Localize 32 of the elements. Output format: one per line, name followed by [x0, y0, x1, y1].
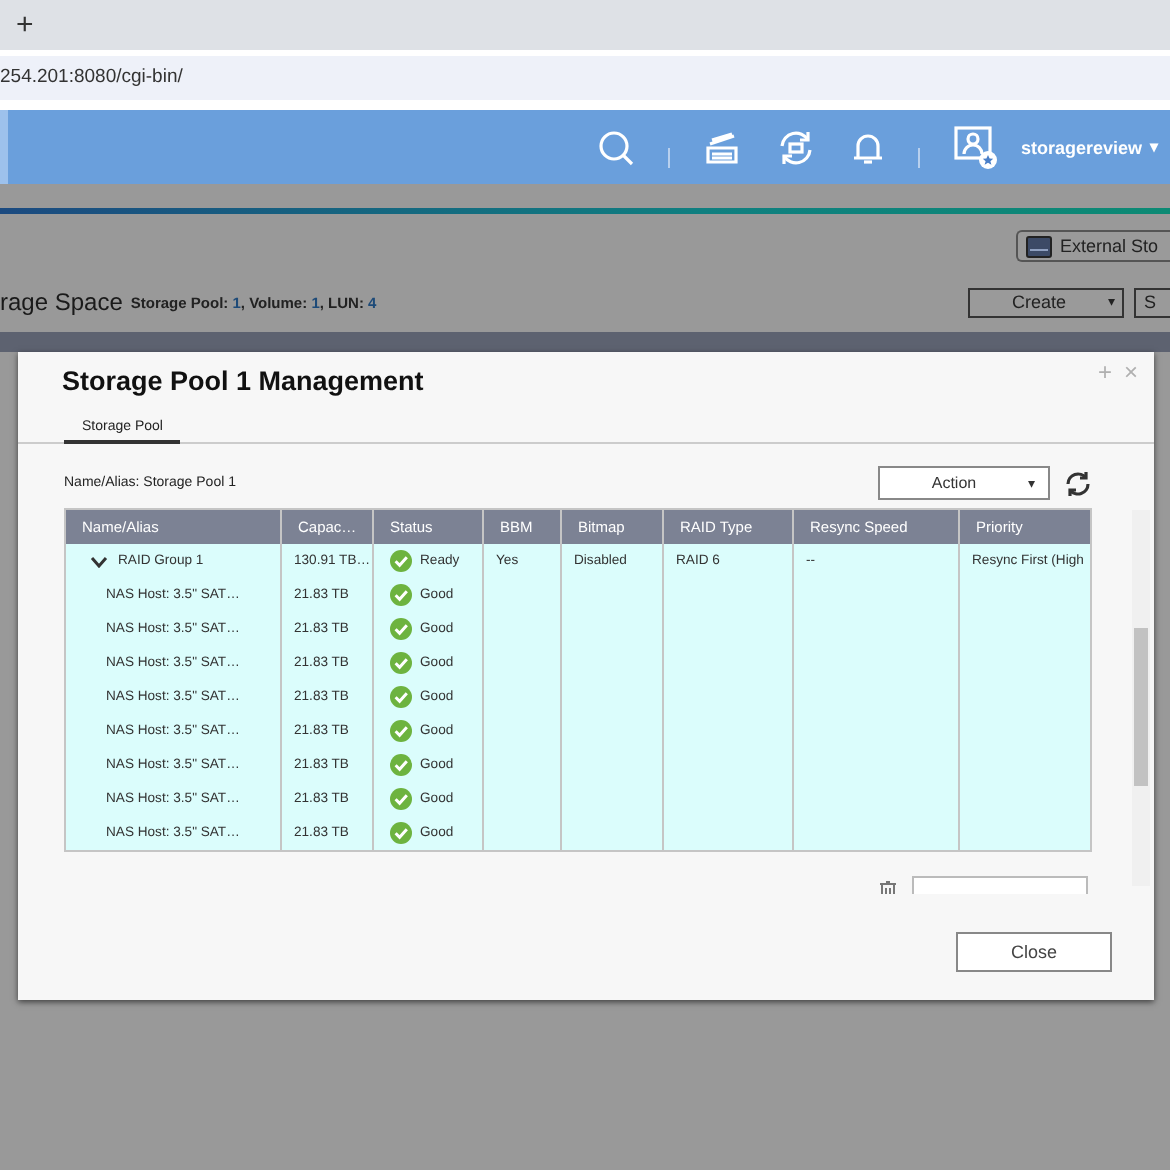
check-icon [390, 720, 412, 742]
check-icon [390, 822, 412, 844]
sync-icon[interactable] [776, 127, 817, 167]
window-control[interactable]: × [1119, 358, 1142, 386]
dialog-title: Storage Pool 1 Management [62, 364, 424, 400]
check-icon [390, 550, 412, 572]
bell-icon[interactable] [852, 129, 885, 165]
scrollbar[interactable] [1132, 510, 1150, 886]
address-field[interactable]: 254.201:8080/cgi-bin/ [0, 56, 1170, 100]
toolbar-button[interactable]: S [1134, 287, 1170, 317]
username-text: storagereview [1020, 137, 1142, 157]
close-button[interactable]: Close [956, 932, 1112, 972]
user-menu[interactable]: storagereview ▾ [1016, 137, 1170, 157]
page-title: rage Space [0, 288, 123, 316]
refresh-icon[interactable] [1064, 469, 1092, 497]
button-label: External Sto [1059, 236, 1158, 256]
check-icon [390, 652, 412, 674]
new-tab-button[interactable]: + [4, 9, 46, 41]
caret-icon[interactable] [90, 555, 108, 567]
drive-icon [1025, 235, 1052, 257]
stack-icon[interactable] [704, 131, 741, 163]
caret-icon: ▾ [1150, 138, 1158, 156]
search-icon[interactable] [598, 129, 635, 165]
check-icon [390, 584, 412, 606]
window-control[interactable]: + [1093, 358, 1116, 386]
check-icon [390, 788, 412, 810]
check-icon [390, 686, 412, 708]
external-storage-button[interactable]: External Sto [1015, 230, 1170, 262]
scrollbar-thumb[interactable] [1134, 628, 1148, 786]
check-icon [390, 618, 412, 640]
user-icon[interactable] [954, 125, 999, 169]
check-icon [390, 754, 412, 776]
